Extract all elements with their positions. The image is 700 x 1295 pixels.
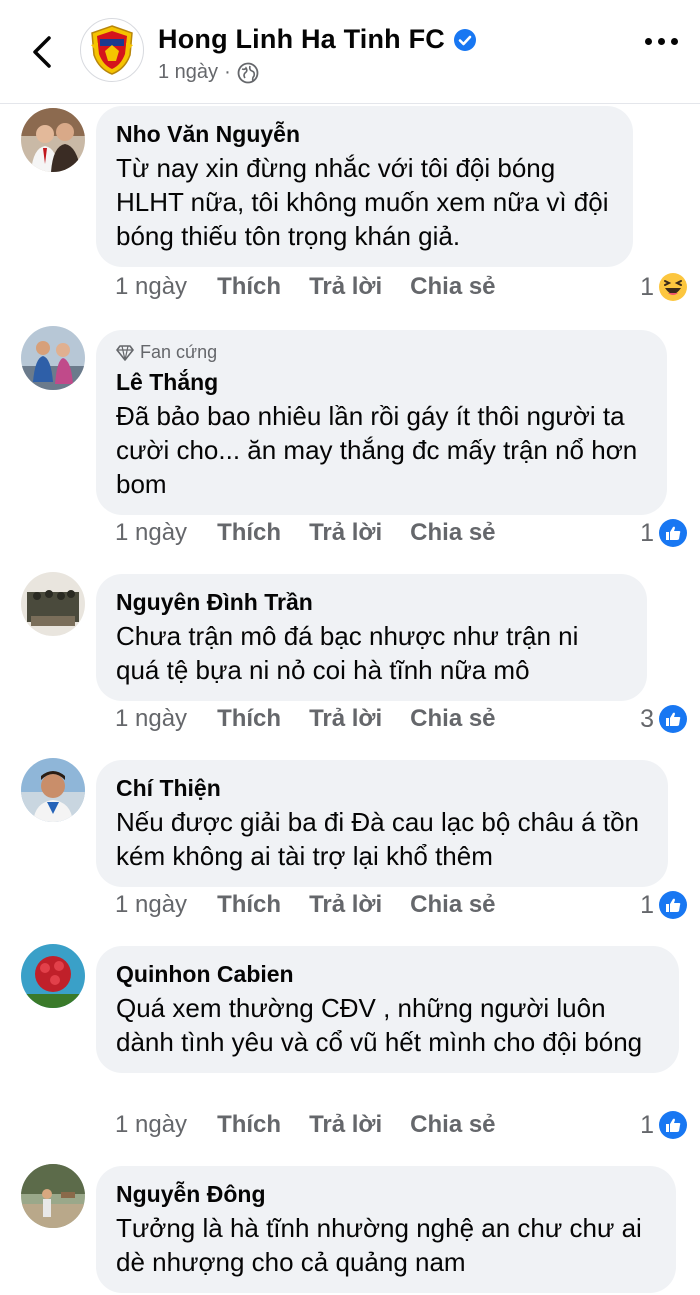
- avatar-photo: [21, 758, 85, 822]
- comment-actions: 1 ngày Thích Trả lời Chia sẻ: [115, 518, 524, 548]
- post-meta: 1 ngày ·: [158, 61, 259, 84]
- reaction-count: 1: [640, 890, 654, 919]
- reaction-summary[interactable]: 3: [640, 704, 688, 734]
- comment-text: Nếu được giải ba đi Đà cau lạc bộ châu á…: [116, 807, 639, 871]
- comment-bubble: Nguyễn Đông Tưởng là hà tĩnh nhường nghệ…: [96, 1166, 676, 1293]
- share-button[interactable]: Chia sẻ: [410, 273, 495, 301]
- comment-author[interactable]: Nguyễn Đông: [116, 1179, 656, 1209]
- comment-author[interactable]: Lê Thắng: [116, 367, 647, 397]
- avatar-photo: [21, 572, 85, 636]
- globe-icon: [237, 62, 259, 83]
- reaction-summary[interactable]: 1: [640, 272, 688, 302]
- avatar[interactable]: [21, 572, 85, 636]
- avatar-photo: [21, 108, 85, 172]
- share-button[interactable]: Chia sẻ: [410, 519, 495, 547]
- avatar[interactable]: [21, 108, 85, 172]
- comment-actions: 1 ngày Thích Trả lời Chia sẻ: [115, 704, 524, 734]
- comment-bubble: Nho Văn Nguyễn Từ nay xin đừng nhắc với …: [96, 106, 633, 267]
- haha-icon: [659, 273, 687, 301]
- reaction-count: 1: [640, 272, 654, 301]
- like-button[interactable]: Thích: [217, 891, 281, 919]
- avatar-photo: [21, 944, 85, 1008]
- like-button[interactable]: Thích: [217, 273, 281, 301]
- dot: [671, 38, 678, 45]
- comment-bubble: Quinhon Cabien Quá xem thường CĐV , nhữn…: [96, 946, 679, 1073]
- reply-button[interactable]: Trả lời: [309, 519, 382, 547]
- page-name[interactable]: Hong Linh Ha Tinh FC: [158, 24, 477, 55]
- comment-bubble: Fan cứng Lê Thắng Đã bảo bao nhiêu lần r…: [96, 330, 667, 515]
- reaction-summary[interactable]: 1: [640, 890, 688, 920]
- reaction-count: 1: [640, 1110, 654, 1139]
- reply-button[interactable]: Trả lời: [309, 705, 382, 733]
- comment-text: Tưởng là hà tĩnh nhường nghệ an chư chư …: [116, 1213, 642, 1277]
- like-icon: [659, 519, 687, 547]
- share-button[interactable]: Chia sẻ: [410, 1111, 495, 1139]
- club-crest-logo: [91, 25, 133, 75]
- reply-button[interactable]: Trả lời: [309, 891, 382, 919]
- post-header: Hong Linh Ha Tinh FC 1 ngày ·: [0, 0, 700, 104]
- meta-separator: ·: [224, 61, 231, 83]
- dot: [658, 38, 665, 45]
- verified-badge-icon: [453, 28, 476, 51]
- post-time: 1 ngày: [158, 61, 219, 83]
- comment-actions: 1 ngày Thích Trả lời Chia sẻ: [115, 1110, 524, 1140]
- comment-time[interactable]: 1 ngày: [115, 1111, 187, 1139]
- like-button[interactable]: Thích: [217, 519, 281, 547]
- comment-time[interactable]: 1 ngày: [115, 891, 187, 919]
- comment-text: Chưa trận mô đá bạc nhược như trận ni qu…: [116, 621, 579, 685]
- dot: [645, 38, 652, 45]
- comment-text: Từ nay xin đừng nhắc với tôi đội bóng HL…: [116, 153, 609, 251]
- like-button[interactable]: Thích: [217, 705, 281, 733]
- page-avatar[interactable]: [80, 18, 144, 82]
- avatar[interactable]: [21, 326, 85, 390]
- comment-author[interactable]: Chí Thiện: [116, 773, 648, 803]
- reaction-count: 1: [640, 518, 654, 547]
- comment-time[interactable]: 1 ngày: [115, 519, 187, 547]
- reaction-summary[interactable]: 1: [640, 1110, 688, 1140]
- top-fan-badge: Fan cứng: [116, 342, 647, 363]
- comment-author[interactable]: Quinhon Cabien: [116, 959, 659, 989]
- comment-author[interactable]: Nho Văn Nguyễn: [116, 119, 613, 149]
- chevron-left-icon: [33, 36, 51, 68]
- comment-text: Đã bảo bao nhiêu lần rồi gáy ít thôi ngư…: [116, 401, 638, 499]
- comment-time[interactable]: 1 ngày: [115, 273, 187, 301]
- avatar-photo: [21, 326, 85, 390]
- reaction-summary[interactable]: 1: [640, 518, 688, 548]
- reaction-count: 3: [640, 704, 654, 733]
- like-icon: [659, 705, 687, 733]
- share-button[interactable]: Chia sẻ: [410, 705, 495, 733]
- share-button[interactable]: Chia sẻ: [410, 891, 495, 919]
- badge-label: Fan cứng: [140, 342, 218, 362]
- like-icon: [659, 1111, 687, 1139]
- avatar[interactable]: [21, 1164, 85, 1228]
- comment-bubble: Nguyên Đình Trần Chưa trận mô đá bạc như…: [96, 574, 647, 701]
- comment-bubble: Chí Thiện Nếu được giải ba đi Đà cau lạc…: [96, 760, 668, 887]
- reply-button[interactable]: Trả lời: [309, 273, 382, 301]
- avatar-photo: [21, 1164, 85, 1228]
- avatar[interactable]: [21, 944, 85, 1008]
- page-title: Hong Linh Ha Tinh FC: [158, 24, 445, 54]
- comment-actions: 1 ngày Thích Trả lời Chia sẻ: [115, 272, 524, 302]
- more-options-button[interactable]: [645, 38, 678, 45]
- comment-author[interactable]: Nguyên Đình Trần: [116, 587, 627, 617]
- back-button[interactable]: [22, 30, 62, 74]
- comment-time[interactable]: 1 ngày: [115, 705, 187, 733]
- diamond-icon: [116, 344, 134, 361]
- like-icon: [659, 891, 687, 919]
- comment-actions: 1 ngày Thích Trả lời Chia sẻ: [115, 890, 524, 920]
- reply-button[interactable]: Trả lời: [309, 1111, 382, 1139]
- comment-text: Quá xem thường CĐV , những người luôn dà…: [116, 993, 643, 1057]
- like-button[interactable]: Thích: [217, 1111, 281, 1139]
- avatar[interactable]: [21, 758, 85, 822]
